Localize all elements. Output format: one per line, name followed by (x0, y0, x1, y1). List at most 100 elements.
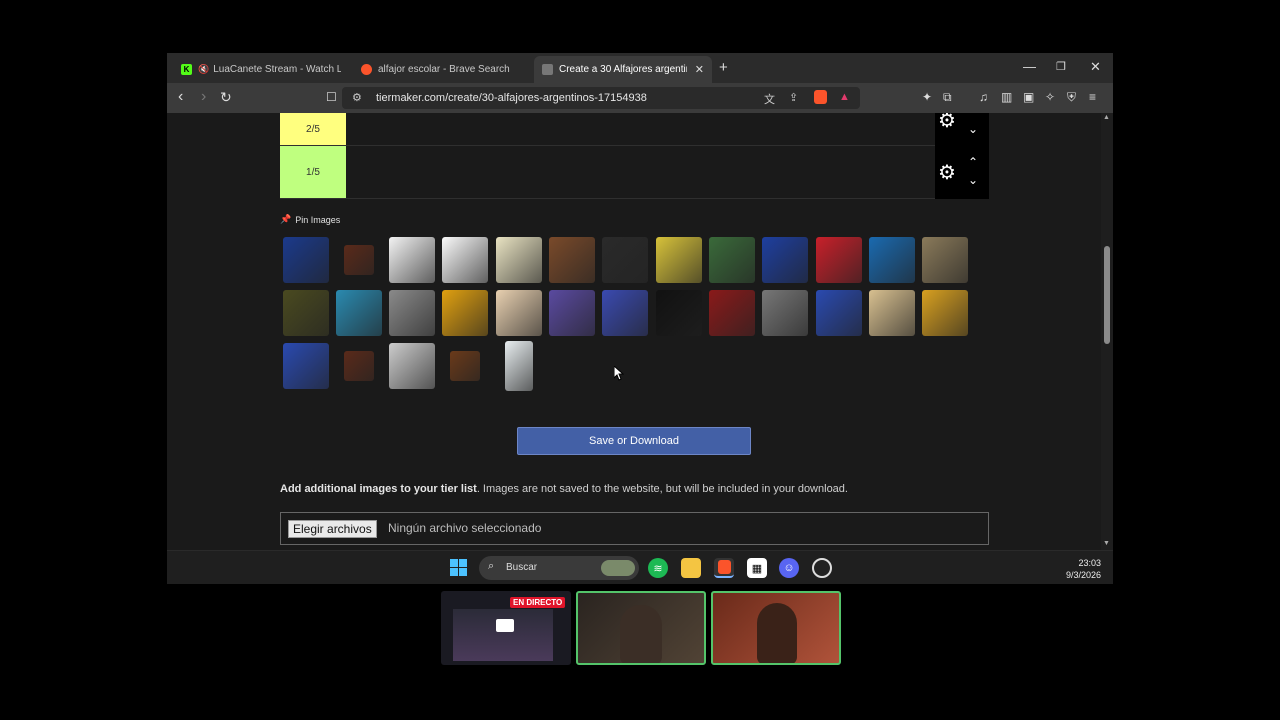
pin-images-toggle[interactable]: 📌 Pin Images (280, 214, 340, 225)
alfajor-package (655, 236, 702, 283)
bookmark-icon[interactable]: ☐ (326, 90, 337, 104)
alfajor-image[interactable] (386, 233, 439, 286)
alfajor-image[interactable] (279, 286, 332, 339)
windows-start-icon[interactable] (450, 559, 467, 576)
alfajor-image[interactable] (439, 233, 492, 286)
file-explorer-icon[interactable] (681, 558, 701, 578)
tier-row-1[interactable]: 1/5 (280, 146, 988, 199)
tier-label[interactable]: 2/5 (280, 113, 346, 145)
alfajor-image[interactable] (865, 286, 918, 339)
media-icon[interactable]: ♫ (979, 90, 988, 104)
forward-icon[interactable]: › (201, 88, 206, 106)
page-scrollbar[interactable]: ▲ ▼ (1101, 113, 1113, 550)
translate-icon[interactable]: 文 (764, 91, 775, 107)
microsoft-store-icon[interactable]: ▦ (747, 558, 767, 578)
additional-images-note: . Images are not saved to the website, b… (476, 483, 848, 495)
alfajor-image[interactable] (439, 286, 492, 339)
menu-icon[interactable]: ≡ (1089, 90, 1096, 104)
alfajor-image[interactable] (919, 233, 972, 286)
gear-icon[interactable]: ⚙ (938, 113, 956, 131)
alfajor-image[interactable] (546, 233, 599, 286)
brave-shields-icon[interactable] (814, 90, 827, 104)
alfajor-image[interactable] (865, 233, 918, 286)
alfajor-image[interactable] (386, 339, 439, 392)
mouse-cursor-icon (614, 366, 624, 381)
search-highlight-image (601, 560, 635, 576)
chevron-down-icon[interactable]: ⌄ (968, 123, 978, 135)
alfajor-image[interactable] (492, 233, 545, 286)
alfajor-image[interactable] (599, 233, 652, 286)
alfajor-package (922, 289, 969, 336)
save-download-button[interactable]: Save or Download (517, 427, 751, 455)
site-info-icon[interactable]: ⚙ (352, 91, 362, 104)
scroll-down-icon[interactable]: ▼ (1103, 540, 1110, 547)
extensions-icon[interactable]: ✦ (922, 90, 932, 104)
chevron-down-icon[interactable]: ⌄ (968, 174, 978, 186)
tier-label[interactable]: 1/5 (280, 146, 346, 198)
alfajor-image[interactable] (705, 233, 758, 286)
scroll-up-icon[interactable]: ▲ (1103, 114, 1110, 121)
alfajor-image[interactable] (705, 286, 758, 339)
alfajor-image[interactable] (546, 286, 599, 339)
alfajor-image[interactable] (812, 286, 865, 339)
brave-rewards-icon[interactable]: ▲ (839, 91, 850, 103)
vpn-icon[interactable]: ⛨ (1067, 90, 1076, 105)
screenshot-icon[interactable]: ⧉ (943, 90, 952, 105)
live-badge: EN DIRECTO (510, 597, 566, 608)
wallet-icon[interactable]: ▣ (1023, 90, 1034, 104)
leo-ai-icon[interactable]: ✧ (1045, 90, 1055, 104)
sidebar-icon[interactable]: ▥ (1001, 90, 1012, 104)
alfajor-image[interactable] (332, 233, 385, 286)
alfajor-image[interactable] (919, 286, 972, 339)
alfajor-package (708, 236, 755, 283)
close-tab-icon[interactable]: ✕ (695, 63, 704, 76)
additional-images-heading: Add additional images to your tier list (280, 483, 477, 495)
choose-files-button[interactable]: Elegir archivos (288, 520, 377, 538)
alfajor-image[interactable] (492, 339, 545, 392)
pin-icon: 📌 (280, 214, 292, 224)
address-bar[interactable]: ⚙ tiermaker.com/create/30-alfajores-arge… (342, 87, 860, 109)
alfajor-image[interactable] (386, 286, 439, 339)
minimize-icon[interactable]: — (1023, 59, 1036, 74)
alfajor-image[interactable] (332, 286, 385, 339)
chevron-up-icon[interactable]: ⌃ (968, 156, 978, 168)
scroll-thumb[interactable] (1104, 246, 1110, 344)
window-close-icon[interactable]: ✕ (1090, 59, 1101, 75)
reload-icon[interactable]: ↻ (220, 89, 232, 106)
tab-brave-search[interactable]: alfajor escolar - Brave Search (353, 56, 529, 83)
alfajor-image[interactable] (652, 286, 705, 339)
alfajor-package (495, 289, 542, 336)
alfajor-image[interactable] (652, 233, 705, 286)
alfajor-image[interactable] (279, 339, 332, 392)
muted-speaker-icon[interactable]: 🔇 (198, 64, 209, 75)
brave-browser-icon[interactable] (714, 558, 734, 578)
back-icon[interactable]: ‹ (178, 88, 183, 106)
spotify-icon[interactable]: ≋ (648, 558, 668, 578)
tier-row-2[interactable]: 2/5 (280, 113, 988, 146)
restore-icon[interactable]: ❐ (1056, 60, 1066, 73)
alfajor-image[interactable] (759, 233, 812, 286)
file-upload-field[interactable]: Elegir archivos Ningún archivo seleccion… (280, 512, 989, 545)
webcam-guest-1 (576, 591, 706, 665)
alfajor-image[interactable] (439, 339, 492, 392)
tab-kick-stream[interactable]: K 🔇 LuaCanete Stream - Watch Live o (173, 56, 349, 83)
obs-icon[interactable] (812, 558, 832, 578)
taskbar-clock[interactable]: 23:03 9/3/2026 (1066, 557, 1101, 581)
stream-preview-image (453, 609, 553, 661)
alfajor-image[interactable] (332, 339, 385, 392)
browser-window: K 🔇 LuaCanete Stream - Watch Live o alfa… (167, 53, 1113, 584)
discord-icon[interactable]: ☺ (779, 558, 799, 578)
alfajor-image[interactable] (492, 286, 545, 339)
new-tab-icon[interactable]: + (719, 59, 728, 76)
tiermaker-favicon-icon (542, 64, 553, 75)
share-icon[interactable]: ⇪ (789, 91, 798, 104)
taskbar-search[interactable]: ⌕ Buscar (479, 556, 639, 580)
tier-controls-2: ⚙ ⌄ (935, 113, 989, 146)
alfajor-package (282, 236, 329, 283)
gear-icon[interactable]: ⚙ (938, 163, 956, 183)
alfajor-image[interactable] (812, 233, 865, 286)
alfajor-image[interactable] (279, 233, 332, 286)
alfajor-image[interactable] (759, 286, 812, 339)
tab-tiermaker[interactable]: Create a 30 Alfajores argentinos ✕ (534, 56, 712, 83)
alfajor-image[interactable] (599, 286, 652, 339)
